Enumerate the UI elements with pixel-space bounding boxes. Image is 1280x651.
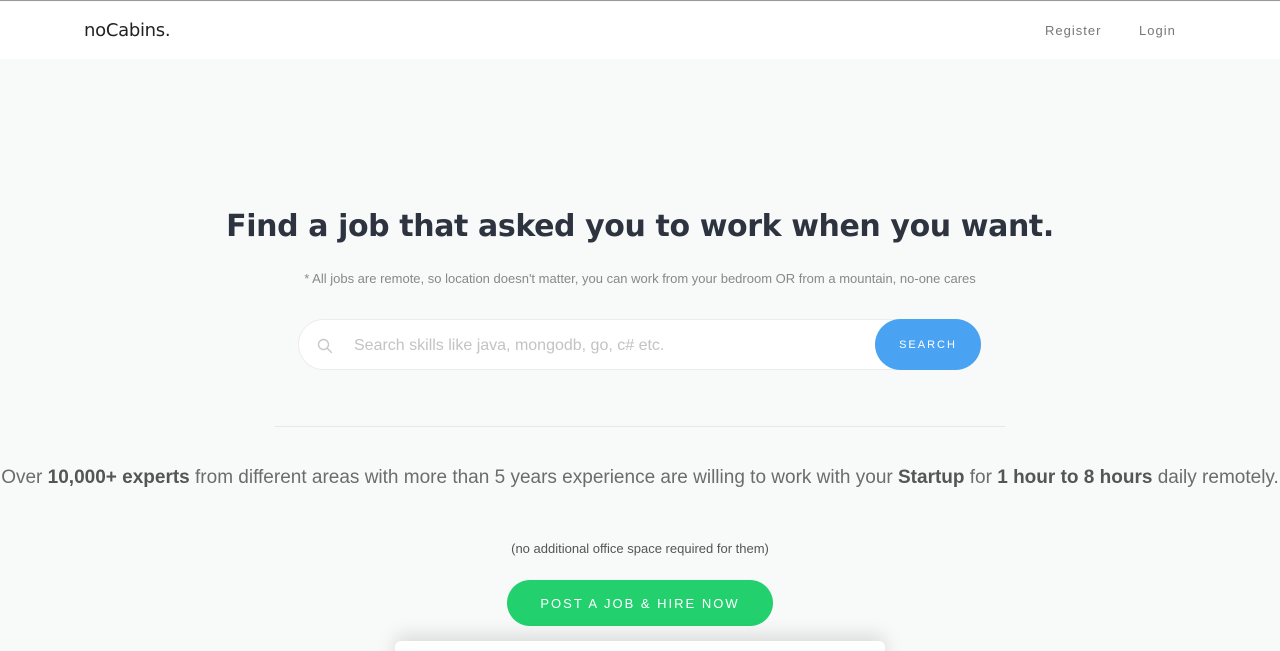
- content-card: [395, 641, 885, 651]
- navbar: noCabins. Register Login: [0, 2, 1280, 59]
- page: noCabins. Register Login Find a job that…: [0, 0, 1280, 651]
- pitch-part4: daily remotely.: [1152, 467, 1279, 488]
- pitch-text: Over 10,000+ experts from different area…: [0, 460, 1280, 495]
- pitch-part1: Over: [1, 467, 48, 488]
- brand-logo[interactable]: noCabins.: [84, 20, 171, 41]
- hero-title: Find a job that asked you to work when y…: [226, 209, 1054, 244]
- search-icon: [317, 338, 333, 354]
- pitch-part2: from different areas with more than 5 ye…: [189, 467, 898, 488]
- search-button[interactable]: SEARCH: [875, 319, 981, 370]
- pitch-startup: Startup: [898, 467, 965, 488]
- hero-subtitle: * All jobs are remote, so location doesn…: [304, 271, 976, 286]
- pitch-part3: for: [964, 467, 998, 488]
- post-job-button[interactable]: POST A JOB & HIRE NOW: [507, 580, 773, 626]
- pitch-experts: 10,000+ experts: [47, 467, 190, 488]
- register-link[interactable]: Register: [1045, 23, 1101, 38]
- login-link[interactable]: Login: [1139, 23, 1176, 38]
- search-input[interactable]: [354, 332, 864, 359]
- pitch-hours: 1 hour to 8 hours: [997, 467, 1153, 488]
- divider: [275, 426, 1005, 427]
- pitch-note: (no additional office space required for…: [511, 541, 769, 556]
